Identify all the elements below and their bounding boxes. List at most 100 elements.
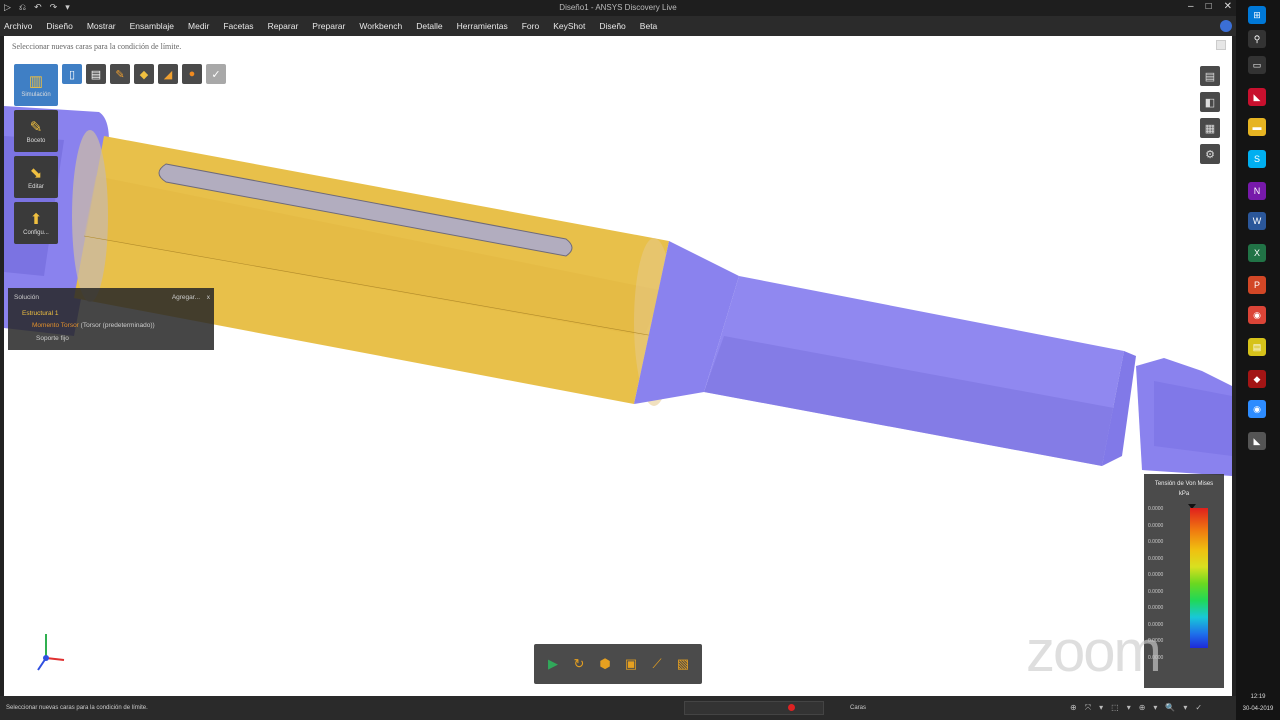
excel-icon[interactable]: X: [1248, 244, 1266, 262]
windows-taskbar: ⊞ ⚲ ▭ ◣ ▬ S N W X P ◉ ▤ ◆ ◉ ◣ 12:19 30-0…: [1236, 0, 1280, 720]
tree-item-torsor[interactable]: Momento Torsor (Torsor (predeterminado)): [32, 322, 155, 329]
tree-item-soporte[interactable]: Soporte fijo: [36, 335, 69, 342]
discovery-icon[interactable]: ◣: [1248, 432, 1266, 450]
dropdown-icon[interactable]: ▾: [1183, 703, 1187, 713]
zoom-watermark: zoom: [1026, 619, 1162, 684]
clock-date: 30-04-2019: [1242, 706, 1274, 712]
solution-tree-panel: Solución Agregar... x Estructural 1 Mome…: [8, 288, 214, 350]
viewport-close-button[interactable]: [1216, 40, 1226, 50]
layers-icon[interactable]: ▤: [1200, 66, 1220, 86]
confirm-icon[interactable]: ✓: [1195, 703, 1202, 713]
material-icon[interactable]: ●: [182, 64, 202, 84]
window-controls: – □ ✕: [1188, 1, 1232, 12]
snap-icon[interactable]: ⊕: [1070, 703, 1077, 713]
selection-filter-dropdown[interactable]: [684, 701, 824, 715]
legend-tick: 0.0000: [1148, 605, 1164, 611]
torsor-label: Momento Torsor: [32, 322, 79, 329]
menu-medir[interactable]: Medir: [188, 21, 209, 31]
menu-mostrar[interactable]: Mostrar: [87, 21, 116, 31]
ansys-window: ▷ ⎌ ↶ ↷ ▾ Diseño1 - ANSYS Discovery Live…: [0, 0, 1236, 720]
legend-tick: 0.0000: [1148, 572, 1164, 578]
orbit-icon[interactable]: ⊕: [1139, 703, 1146, 713]
menu-archivo[interactable]: Archivo: [4, 21, 32, 31]
frame-icon[interactable]: ▣: [621, 654, 641, 674]
notes-icon[interactable]: ▤: [1248, 338, 1266, 356]
menu-ensamblaje[interactable]: Ensamblaje: [130, 21, 174, 31]
record-icon[interactable]: [788, 704, 795, 711]
menu-beta[interactable]: Beta: [640, 21, 658, 31]
help-icon[interactable]: [1220, 20, 1232, 32]
app-red-icon[interactable]: ◆: [1248, 370, 1266, 388]
menu-reparar[interactable]: Reparar: [268, 21, 299, 31]
grid-icon[interactable]: ▦: [1200, 118, 1220, 138]
menu-preparar[interactable]: Preparar: [312, 21, 345, 31]
fluid-icon[interactable]: ◆: [134, 64, 154, 84]
menu-diseno-2[interactable]: Diseño: [599, 21, 625, 31]
tree-close-button[interactable]: x: [207, 294, 210, 301]
tool-simulacion[interactable]: ▥ Simulación: [14, 64, 58, 106]
powerpoint-icon[interactable]: P: [1248, 276, 1266, 294]
column-select-icon[interactable]: ▯: [62, 64, 82, 84]
axis-triad-icon[interactable]: [28, 628, 72, 684]
simulation-tool-panel: ▥ Simulación ✎ Boceto ⬊ Editar ⬆ Configu…: [14, 64, 58, 244]
maximize-button[interactable]: □: [1206, 1, 1212, 12]
minimize-button[interactable]: –: [1188, 1, 1194, 12]
rotate-icon[interactable]: ↻: [569, 654, 589, 674]
status-bar: Seleccionar nuevas caras para la condici…: [0, 696, 1236, 720]
torsor-desc: (Torsor (predeterminado)): [80, 322, 155, 329]
play-icon[interactable]: ▶: [543, 654, 563, 674]
cube-icon[interactable]: ⬢: [595, 654, 615, 674]
paint-icon[interactable]: ✎: [110, 64, 130, 84]
menu-diseno[interactable]: Diseño: [46, 21, 72, 31]
probe-icon[interactable]: ⟋: [647, 654, 667, 674]
tool-configurar[interactable]: ⬆ Configu...: [14, 202, 58, 244]
beaker-icon: ▥: [28, 73, 44, 90]
word-icon[interactable]: W: [1248, 212, 1266, 230]
close-button[interactable]: ✕: [1224, 1, 1232, 12]
chrome-icon[interactable]: ◉: [1248, 306, 1266, 324]
add-condition-button[interactable]: Agregar...: [172, 294, 200, 301]
tree-header[interactable]: Solución: [14, 294, 39, 301]
shaft-model[interactable]: [4, 36, 1232, 696]
skype-icon[interactable]: S: [1248, 150, 1266, 168]
setup-icon: ⬆: [29, 211, 43, 228]
dropdown-icon[interactable]: ▾: [1127, 703, 1131, 713]
settings-icon[interactable]: ⚙: [1200, 144, 1220, 164]
folder-icon[interactable]: ▬: [1248, 118, 1266, 136]
view-icon[interactable]: ◧: [1200, 92, 1220, 112]
menu-bar: Archivo Diseño Mostrar Ensamblaje Medir …: [0, 16, 1236, 36]
onenote-icon[interactable]: N: [1248, 182, 1266, 200]
legend-color-bar: [1190, 508, 1208, 648]
menu-facetas[interactable]: Facetas: [223, 21, 253, 31]
simulation-top-toolbar: ▯ ▤ ✎ ◆ ◢ ● ✓: [62, 64, 226, 84]
check-icon[interactable]: ✓: [206, 64, 226, 84]
zoom-icon[interactable]: 🔍: [1165, 703, 1175, 713]
menu-keyshot[interactable]: KeyShot: [553, 21, 585, 31]
box-select-icon[interactable]: ⬚: [1111, 703, 1119, 713]
crop-icon[interactable]: ▧: [673, 654, 693, 674]
clock-time: 12:19: [1250, 694, 1266, 700]
legend-unit: kPa: [1178, 491, 1190, 497]
legend-tick: 0.0000: [1148, 555, 1164, 562]
selection-mode-caras[interactable]: Caras: [850, 705, 866, 711]
zoom-app-icon[interactable]: ◉: [1248, 400, 1266, 418]
tree-item-estructural[interactable]: Estructural 1: [22, 310, 59, 317]
menu-detalle[interactable]: Detalle: [416, 21, 442, 31]
ansys-icon[interactable]: ◣: [1248, 88, 1266, 106]
menu-workbench[interactable]: Workbench: [359, 21, 402, 31]
structure-icon[interactable]: ▤: [86, 64, 106, 84]
dropdown-icon[interactable]: ▾: [1099, 703, 1103, 713]
legend-tick: 0.0000: [1148, 522, 1164, 529]
menu-herramientas[interactable]: Herramientas: [457, 21, 508, 31]
menu-foro[interactable]: Foro: [522, 21, 539, 31]
search-icon[interactable]: ⚲: [1248, 30, 1266, 48]
3d-viewport[interactable]: Seleccionar nuevas caras para la condici…: [4, 36, 1232, 696]
dropdown-icon[interactable]: ▾: [1153, 703, 1157, 713]
tool-boceto[interactable]: ✎ Boceto: [14, 110, 58, 152]
windows-icon[interactable]: ⊞: [1248, 6, 1266, 24]
tool-editar[interactable]: ⬊ Editar: [14, 156, 58, 198]
legend-title: Tensión de Von Mises: [1154, 481, 1214, 487]
task-view-icon[interactable]: ▭: [1248, 56, 1266, 74]
thermal-icon[interactable]: ◢: [158, 64, 178, 84]
pan-icon[interactable]: ⤧: [1085, 703, 1091, 713]
